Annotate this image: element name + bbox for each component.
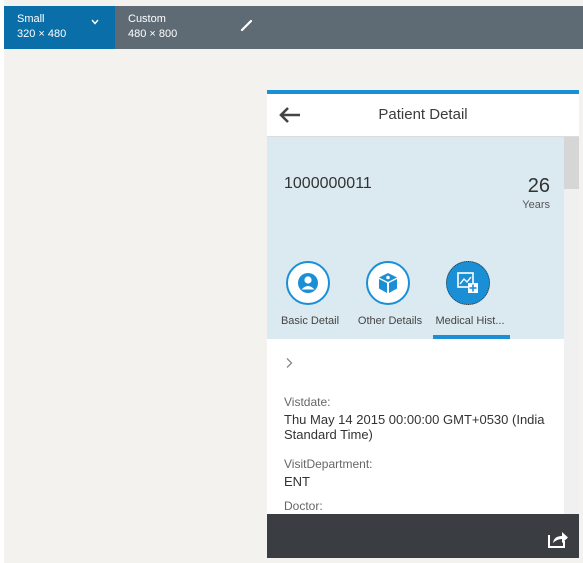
visit-department-value: ENT: [284, 474, 310, 489]
medical-image-icon: [457, 272, 478, 293]
chevron-down-icon[interactable]: [91, 18, 99, 26]
page-header: Patient Detail: [267, 94, 579, 137]
chevron-right-icon[interactable]: [284, 357, 294, 369]
age-unit: Years: [522, 199, 550, 211]
page-footer: [267, 514, 579, 558]
tab-other-details[interactable]: Other Details: [348, 261, 432, 339]
user-icon: [298, 273, 318, 293]
visit-date-value: Thu May 14 2015 00:00:00 GMT+0530 (India…: [284, 412, 545, 442]
phone-preview: Patient Detail 1000000011 26 Years Basic…: [267, 90, 579, 558]
visit-date-label: Vistdate:: [284, 395, 331, 409]
tab-medical-history[interactable]: Medical Hist...: [428, 261, 512, 339]
tab-label: Other Details: [357, 315, 423, 327]
tab-icon-circle: [446, 261, 490, 305]
scrollbar[interactable]: [564, 137, 579, 514]
tab-icon-circle: [366, 261, 410, 305]
device-selector-bar: Small 320 × 480 Custom 480 × 800: [4, 6, 583, 49]
device-size-small: 320 × 480: [17, 28, 67, 40]
app-root: Small 320 × 480 Custom 480 × 800 Patient…: [0, 0, 583, 563]
device-name-small: Small: [17, 13, 45, 25]
tab-label: Basic Detail: [280, 315, 340, 327]
doctor-label: Doctor:: [284, 499, 323, 513]
patient-id: 1000000011: [284, 175, 372, 192]
scrollbar-thumb[interactable]: [564, 137, 579, 189]
box-icon: [379, 273, 397, 293]
tab-icon-circle: [286, 261, 330, 305]
visit-department-label: VisitDepartment:: [284, 457, 373, 471]
patient-age: 26 Years: [522, 175, 550, 211]
device-option-small[interactable]: Small 320 × 480: [4, 6, 115, 49]
detail-content: Vistdate: Thu May 14 2015 00:00:00 GMT+0…: [267, 339, 564, 514]
tab-label: Medical Hist...: [435, 315, 505, 327]
pencil-icon[interactable]: [240, 18, 254, 32]
left-edge: [0, 0, 4, 563]
age-number: 26: [527, 175, 550, 197]
tab-basic-detail[interactable]: Basic Detail: [268, 261, 352, 339]
share-icon[interactable]: [547, 529, 569, 549]
page-title: Patient Detail: [378, 106, 468, 123]
object-header: 1000000011 26 Years Basic Detail Other D…: [267, 137, 564, 339]
